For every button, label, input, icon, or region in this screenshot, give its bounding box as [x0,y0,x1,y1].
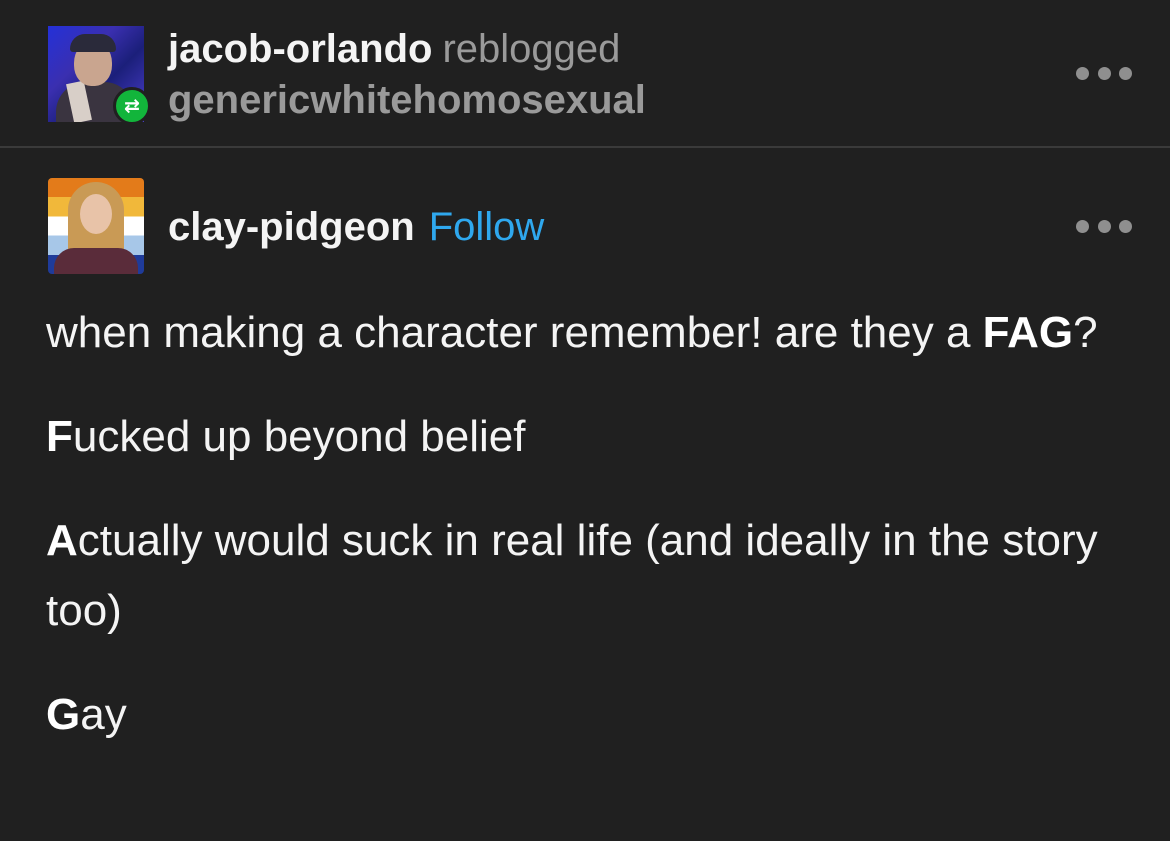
paragraph-text: ? [1073,308,1098,357]
more-options-icon[interactable] [1076,219,1132,233]
dot [1119,66,1132,80]
paragraph-text: when making a character remember! are th… [46,308,983,357]
post-paragraph: when making a character remember! are th… [46,298,1136,368]
avatar-shirt [54,248,138,274]
reblog-line: jacob-orlando reblogged [168,26,620,72]
post-paragraph: Gay [46,680,1136,750]
post-body: when making a character remember! are th… [46,298,1136,784]
avatar-hat [70,34,116,52]
paragraph-bold-text: F [46,412,73,461]
paragraph-bold-text: G [46,690,81,739]
reblogged-label: reblogged [442,27,621,71]
reblogger-username[interactable]: jacob-orlando [168,27,432,71]
paragraph-text: ay [80,690,127,739]
dot [1097,66,1111,80]
poster-avatar[interactable] [48,178,144,274]
source-username[interactable]: genericwhitehomosexual [168,77,646,123]
poster-line: clay-pidgeon Follow [168,204,544,250]
poster-username[interactable]: clay-pidgeon [168,205,415,249]
paragraph-bold-text: FAG [982,308,1074,357]
more-options-icon[interactable] [1076,66,1132,80]
post-paragraph: Actually would suck in real life (and id… [46,506,1136,646]
dot [1076,219,1089,233]
post-paragraph: Fucked up beyond belief [46,402,1136,472]
dot [1097,219,1111,233]
reblog-header: ⇄ jacob-orlando reblogged genericwhitehom… [0,0,1170,148]
follow-button[interactable]: Follow [429,205,545,249]
paragraph-text: ctually would suck in real life (and ide… [46,516,1098,635]
dot [1119,219,1132,233]
paragraph-text: ucked up beyond belief [72,412,526,461]
reblog-icon: ⇄ [113,87,151,125]
dot [1076,66,1089,80]
avatar-face [80,194,112,234]
paragraph-bold-text: A [46,516,78,565]
